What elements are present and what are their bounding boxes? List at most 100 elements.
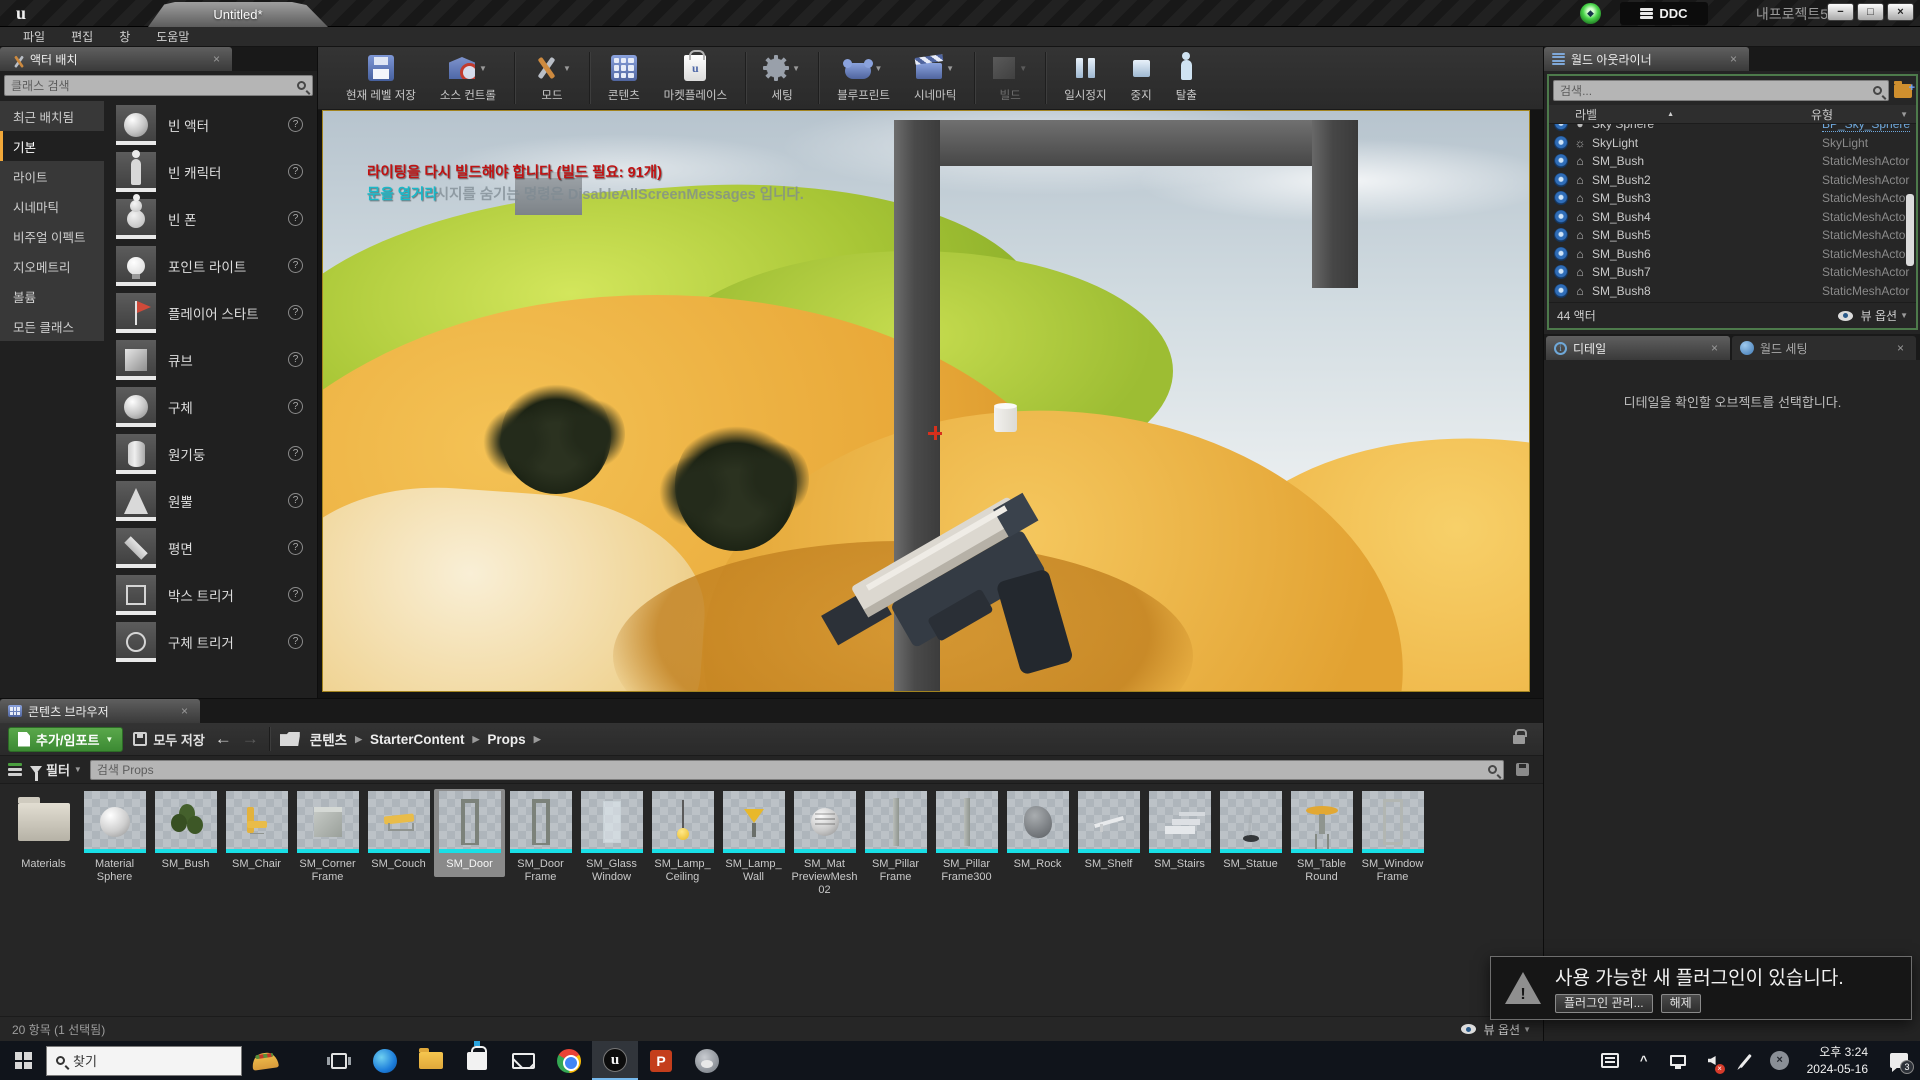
visibility-eye-icon[interactable] bbox=[1554, 284, 1568, 298]
cb-view-options[interactable]: 뷰 옵션 ▼ bbox=[1461, 1021, 1531, 1038]
category-item[interactable]: 시네마틱 bbox=[0, 191, 104, 221]
menu-item[interactable]: 창 bbox=[106, 28, 143, 45]
asset-tile[interactable]: SM_Pillar Frame bbox=[860, 789, 931, 890]
tab-place-actors[interactable]: 액터 배치 × bbox=[0, 47, 232, 71]
visibility-eye-icon[interactable] bbox=[1554, 210, 1568, 224]
add-import-button[interactable]: 추가/임포트 ▼ bbox=[8, 727, 123, 752]
breadcrumb-item[interactable]: 콘텐츠 ▶ bbox=[310, 729, 362, 749]
place-actor-item[interactable]: 플레이어 스타트 ? bbox=[104, 289, 317, 336]
taskbar-app-unreal[interactable]: u bbox=[592, 1041, 638, 1080]
outliner-row[interactable]: ● Sky Sphere BP_Sky_Sphere bbox=[1549, 124, 1916, 134]
asset-tile[interactable]: SM_Corner Frame bbox=[292, 789, 363, 890]
visibility-eye-icon[interactable] bbox=[1554, 154, 1568, 168]
asset-tile[interactable]: SM_Door Frame bbox=[505, 789, 576, 890]
asset-tile[interactable]: SM_Lamp_ Wall bbox=[718, 789, 789, 890]
manage-plugins-button[interactable]: 플러그인 관리... bbox=[1555, 994, 1653, 1013]
actor-type[interactable]: BP_Sky_Sphere bbox=[1822, 124, 1910, 132]
place-actor-item[interactable]: 빈 캐릭터 ? bbox=[104, 148, 317, 195]
outliner-view-options[interactable]: 뷰 옵션 ▼ bbox=[1838, 307, 1908, 324]
modes-button[interactable]: ▼ 모드 bbox=[521, 47, 583, 109]
save-level-button[interactable]: 현재 레벨 저장 bbox=[334, 47, 428, 109]
asset-tile[interactable]: SM_Shelf bbox=[1073, 789, 1144, 877]
save-all-button[interactable]: 모두 저장 bbox=[133, 730, 204, 749]
lock-icon[interactable] bbox=[1513, 735, 1525, 744]
asset-tile[interactable]: SM_Lamp_ Ceiling bbox=[647, 789, 718, 890]
column-label[interactable]: 라벨 bbox=[1575, 106, 1597, 123]
place-actor-item[interactable]: 박스 트리거 ? bbox=[104, 571, 317, 618]
asset-tile[interactable]: Material Sphere bbox=[79, 789, 150, 890]
close-icon[interactable]: × bbox=[1893, 341, 1908, 355]
place-actor-item[interactable]: 원뿔 ? bbox=[104, 477, 317, 524]
place-actor-item[interactable]: 구체 ? bbox=[104, 383, 317, 430]
category-item[interactable]: 최근 배치됨 bbox=[0, 101, 104, 131]
outliner-row[interactable]: ⌂ SM_Bush3 StaticMeshActor bbox=[1549, 189, 1916, 208]
source-control-button[interactable]: ▼ 소스 컨트롤 bbox=[428, 47, 508, 109]
asset-tile[interactable]: SM_Couch bbox=[363, 789, 434, 877]
content-button[interactable]: 콘텐츠 bbox=[596, 47, 652, 109]
news-widget-button[interactable] bbox=[1593, 1041, 1627, 1080]
visibility-eye-icon[interactable] bbox=[1554, 124, 1568, 131]
outliner-row[interactable]: ☼ SkyLight SkyLight bbox=[1549, 134, 1916, 153]
close-icon[interactable]: × bbox=[1707, 341, 1722, 355]
actor-type[interactable]: StaticMeshActor bbox=[1822, 191, 1909, 205]
actor-type[interactable]: StaticMeshActor bbox=[1822, 154, 1909, 168]
ddc-button[interactable]: DDC bbox=[1620, 2, 1708, 25]
notification-center-button[interactable]: 3 bbox=[1878, 1041, 1920, 1080]
save-search-icon[interactable] bbox=[1516, 763, 1529, 776]
place-actor-item[interactable]: 빈 폰 ? bbox=[104, 195, 317, 242]
taskbar-clock[interactable]: 오후 3:24 2024-05-16 bbox=[1797, 1044, 1878, 1076]
outliner-row[interactable]: ⌂ SM_Bush5 StaticMeshActor bbox=[1549, 226, 1916, 245]
chevron-down-icon[interactable]: ▼ bbox=[563, 64, 571, 73]
menu-item[interactable]: 도움말 bbox=[143, 28, 202, 45]
taskbar-app-gimp[interactable] bbox=[684, 1041, 730, 1080]
help-icon[interactable]: ? bbox=[288, 117, 303, 132]
asset-tile[interactable]: SM_Statue bbox=[1215, 789, 1286, 877]
taskbar-app-mail[interactable] bbox=[500, 1041, 546, 1080]
help-icon[interactable]: ? bbox=[288, 258, 303, 273]
pause-button[interactable]: 일시정지 bbox=[1052, 47, 1118, 109]
outliner-row[interactable]: ⌂ SM_Bush StaticMeshActor bbox=[1549, 152, 1916, 171]
show-hidden-icons-button[interactable]: ^ bbox=[1627, 1041, 1661, 1080]
outliner-row[interactable]: ⌂ SM_Bush7 StaticMeshActor bbox=[1549, 263, 1916, 282]
column-type[interactable]: 유형 bbox=[1811, 106, 1833, 123]
help-icon[interactable]: ? bbox=[288, 587, 303, 602]
visibility-eye-icon[interactable] bbox=[1554, 173, 1568, 187]
actor-type[interactable]: StaticMeshActor bbox=[1822, 247, 1909, 261]
place-actor-item[interactable]: 구체 트리거 ? bbox=[104, 618, 317, 665]
asset-tile[interactable]: Materials bbox=[8, 789, 79, 877]
class-search-input[interactable]: 클래스 검색 bbox=[4, 75, 313, 96]
visibility-eye-icon[interactable] bbox=[1554, 136, 1568, 150]
chevron-down-icon[interactable]: ▼ bbox=[1900, 110, 1908, 119]
marketplace-button[interactable]: u 마켓플레이스 bbox=[652, 47, 739, 109]
category-item[interactable]: 라이트 bbox=[0, 161, 104, 191]
menu-item[interactable]: 편집 bbox=[58, 28, 106, 45]
help-icon[interactable]: ? bbox=[288, 446, 303, 461]
help-icon[interactable]: ? bbox=[288, 305, 303, 320]
visibility-eye-icon[interactable] bbox=[1554, 247, 1568, 261]
tab-details[interactable]: i 디테일 × bbox=[1546, 336, 1730, 360]
taskbar-app-edge[interactable] bbox=[362, 1041, 408, 1080]
taskbar-app-powerpoint[interactable]: P bbox=[638, 1041, 684, 1080]
breadcrumb-item[interactable]: Props ▶ bbox=[487, 732, 540, 747]
category-item[interactable]: 비주얼 이펙트 bbox=[0, 221, 104, 251]
task-view-button[interactable] bbox=[316, 1041, 362, 1080]
eject-button[interactable]: 탈출 bbox=[1164, 47, 1209, 109]
scrollbar-thumb[interactable] bbox=[1906, 194, 1914, 266]
place-actor-item[interactable]: 원기둥 ? bbox=[104, 430, 317, 477]
place-actor-item[interactable]: 큐브 ? bbox=[104, 336, 317, 383]
breadcrumb-item[interactable]: StarterContent ▶ bbox=[370, 732, 479, 747]
help-icon[interactable]: ? bbox=[288, 540, 303, 555]
asset-tile[interactable]: SM_Stairs bbox=[1144, 789, 1215, 877]
tray-volume-muted[interactable]: × bbox=[1695, 1041, 1729, 1080]
tab-world-outliner[interactable]: 월드 아웃라이너 × bbox=[1544, 47, 1749, 71]
help-icon[interactable]: ? bbox=[288, 634, 303, 649]
actor-type[interactable]: StaticMeshActor bbox=[1822, 210, 1909, 224]
asset-tile[interactable]: SM_Glass Window bbox=[576, 789, 647, 890]
place-actor-item[interactable]: 포인트 라이트 ? bbox=[104, 242, 317, 289]
sources-panel-icon[interactable] bbox=[8, 763, 22, 776]
place-actor-item[interactable]: 빈 액터 ? bbox=[104, 101, 317, 148]
asset-tile[interactable]: SM_Door bbox=[434, 789, 505, 877]
place-actor-item[interactable]: 평면 ? bbox=[104, 524, 317, 571]
category-item[interactable]: 지오메트리 bbox=[0, 251, 104, 281]
tray-pen[interactable] bbox=[1729, 1041, 1763, 1080]
